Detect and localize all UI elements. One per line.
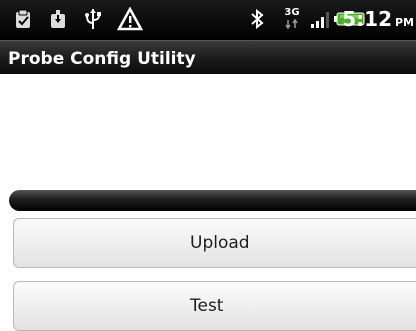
warning-icon	[116, 4, 144, 34]
clock-ampm: PM	[394, 15, 414, 29]
clock-time: 5:12	[342, 7, 392, 31]
upload-button[interactable]: Upload	[13, 218, 416, 268]
test-button[interactable]: Test	[13, 281, 416, 331]
status-clock: 5:12 PM	[342, 4, 414, 34]
upload-button-label: Upload	[190, 233, 250, 253]
signal-icon	[309, 4, 331, 34]
download-icon	[47, 4, 69, 34]
title-bar: Probe Config Utility	[0, 40, 416, 74]
usb-icon	[82, 4, 104, 34]
status-bar: 3G 5:12 PM	[0, 0, 416, 40]
clipboard-icon	[12, 4, 34, 34]
app-title: Probe Config Utility	[8, 49, 196, 69]
network-3g-icon: 3G	[281, 4, 303, 34]
test-button-label: Test	[190, 296, 224, 316]
progress-bar	[9, 190, 416, 211]
bluetooth-icon	[248, 4, 266, 34]
